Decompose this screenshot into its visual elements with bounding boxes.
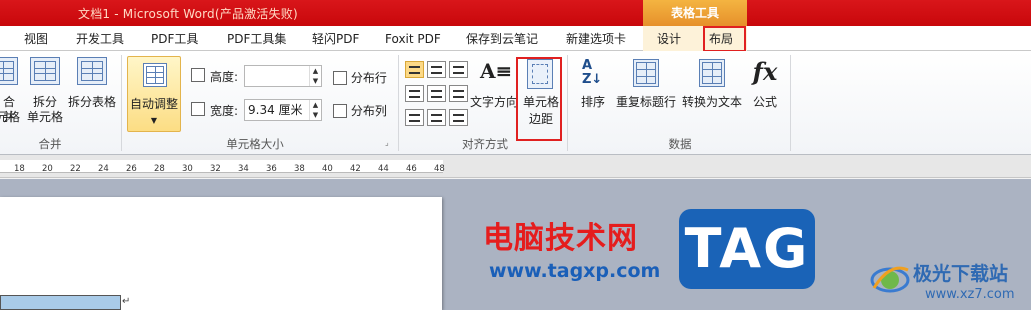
repeat-header-icon bbox=[633, 59, 659, 87]
tab-pdf-tools[interactable]: PDF工具 bbox=[151, 30, 198, 48]
tab-new-tab[interactable]: 新建选项卡 bbox=[566, 30, 626, 48]
alignment-group-label: 对齐方式 bbox=[462, 137, 508, 151]
window-title: 文档1 - Microsoft Word(产品激活失败) bbox=[78, 7, 298, 21]
cell-size-group-label: 单元格大小 bbox=[226, 137, 284, 151]
distribute-cols-button[interactable]: 分布列 bbox=[333, 102, 393, 120]
ruler-tick: 40 bbox=[322, 164, 333, 174]
sort-button[interactable]: A Z↓ 排序 bbox=[576, 55, 610, 129]
ruler-tick: 48 bbox=[434, 164, 445, 174]
width-field[interactable]: 9.34 厘米 ▲ ▼ bbox=[244, 99, 322, 121]
distribute-rows-icon bbox=[333, 70, 347, 85]
auto-fit-icon bbox=[143, 63, 167, 87]
ruler-tick: 34 bbox=[238, 164, 249, 174]
cell-margins-highlight bbox=[516, 57, 562, 141]
ruler-tick: 38 bbox=[294, 164, 305, 174]
text-direction-button[interactable]: A≡ 文字方向 bbox=[470, 55, 518, 129]
table-cell[interactable] bbox=[0, 295, 121, 310]
auto-fit-button[interactable]: 自动调整 ▼ bbox=[127, 56, 181, 132]
width-spinner[interactable]: ▲ ▼ bbox=[309, 100, 321, 120]
convert-to-text-button[interactable]: 转换为文本 bbox=[680, 55, 744, 129]
width-label: 宽度: bbox=[210, 104, 239, 118]
tab-developer[interactable]: 开发工具 bbox=[76, 30, 124, 48]
ruler-tick: 24 bbox=[98, 164, 109, 174]
watermark2-url: www.xz7.com bbox=[925, 287, 1015, 302]
ruler-tick: 28 bbox=[154, 164, 165, 174]
ruler-tick: 26 bbox=[126, 164, 137, 174]
convert-text-icon bbox=[699, 59, 725, 87]
merge-group-label: 合并 bbox=[38, 137, 62, 151]
ruler-tick: 18 bbox=[14, 164, 25, 174]
align-middle-center-button[interactable] bbox=[427, 85, 446, 102]
tab-view[interactable]: 视图 bbox=[24, 30, 48, 48]
align-icon bbox=[409, 66, 420, 74]
dialog-launcher-icon[interactable]: ⌟ bbox=[385, 138, 389, 147]
watermark2-title: 极光下载站 bbox=[913, 263, 1009, 285]
merge-cells-button[interactable]: 合并 单元格 bbox=[0, 57, 22, 127]
formula-button[interactable]: fx 公式 bbox=[748, 55, 782, 129]
tab-design[interactable]: 设计 bbox=[657, 30, 681, 48]
table-tools-header: 表格工具 bbox=[643, 0, 747, 26]
height-field[interactable]: ▲ ▼ bbox=[244, 65, 322, 87]
layout-tab-highlight bbox=[703, 26, 746, 52]
height-icon bbox=[191, 68, 205, 82]
height-spinner[interactable]: ▲ ▼ bbox=[309, 66, 321, 86]
title-bar: 文档1 - Microsoft Word(产品激活失败) 表格工具 bbox=[0, 0, 1031, 26]
height-label: 高度: bbox=[210, 70, 239, 84]
repeat-header-button[interactable]: 重复标题行 bbox=[614, 55, 678, 129]
ruler-tick: 30 bbox=[182, 164, 193, 174]
align-top-center-button[interactable] bbox=[427, 61, 446, 78]
split-cells-icon bbox=[30, 57, 60, 85]
tab-pdf-toolset[interactable]: PDF工具集 bbox=[227, 30, 286, 48]
split-cells-button[interactable]: 拆分 单元格 bbox=[26, 57, 64, 127]
tab-light-pdf[interactable]: 轻闪PDF bbox=[312, 30, 359, 48]
watermark-title: 电脑技术网 bbox=[483, 221, 638, 256]
align-bottom-left-button[interactable] bbox=[405, 109, 424, 126]
ruler-tick: 42 bbox=[350, 164, 361, 174]
align-bottom-center-button[interactable] bbox=[427, 109, 446, 126]
merge-cells-icon bbox=[0, 57, 18, 85]
text-direction-icon: A≡ bbox=[480, 59, 513, 83]
formula-icon: fx bbox=[752, 57, 778, 86]
watermark-url: www.tagxp.com bbox=[489, 260, 661, 282]
tag-logo: TAG bbox=[679, 209, 815, 289]
distribute-rows-button[interactable]: 分布行 bbox=[333, 69, 393, 87]
ruler-tick: 20 bbox=[42, 164, 53, 174]
split-table-button[interactable]: 拆分表格 bbox=[66, 57, 118, 127]
width-icon bbox=[191, 102, 205, 116]
document-page[interactable] bbox=[0, 197, 442, 310]
align-top-right-button[interactable] bbox=[449, 61, 468, 78]
distribute-cols-icon bbox=[333, 103, 347, 118]
paragraph-mark: ↵ bbox=[122, 296, 131, 307]
ruler-tick: 46 bbox=[406, 164, 417, 174]
data-group-label: 数据 bbox=[668, 137, 692, 151]
tab-save-to-cloud-note[interactable]: 保存到云笔记 bbox=[466, 30, 538, 48]
ribbon-tabs: 视图 开发工具 PDF工具 PDF工具集 轻闪PDF Foxit PDF 保存到… bbox=[0, 26, 1031, 51]
chevron-down-icon: ▼ bbox=[150, 116, 158, 125]
tab-foxit-pdf[interactable]: Foxit PDF bbox=[385, 30, 441, 48]
align-middle-left-button[interactable] bbox=[405, 85, 424, 102]
aurora-logo-icon bbox=[870, 266, 910, 293]
ruler-tick: 36 bbox=[266, 164, 277, 174]
split-table-icon bbox=[77, 57, 107, 85]
ruler-tick: 32 bbox=[210, 164, 221, 174]
align-bottom-right-button[interactable] bbox=[449, 109, 468, 126]
ruler-tick: 22 bbox=[70, 164, 81, 174]
ruler-tick: 44 bbox=[378, 164, 389, 174]
align-top-left-button[interactable] bbox=[405, 61, 424, 78]
sort-icon: A Z↓ bbox=[582, 58, 603, 87]
align-middle-right-button[interactable] bbox=[449, 85, 468, 102]
